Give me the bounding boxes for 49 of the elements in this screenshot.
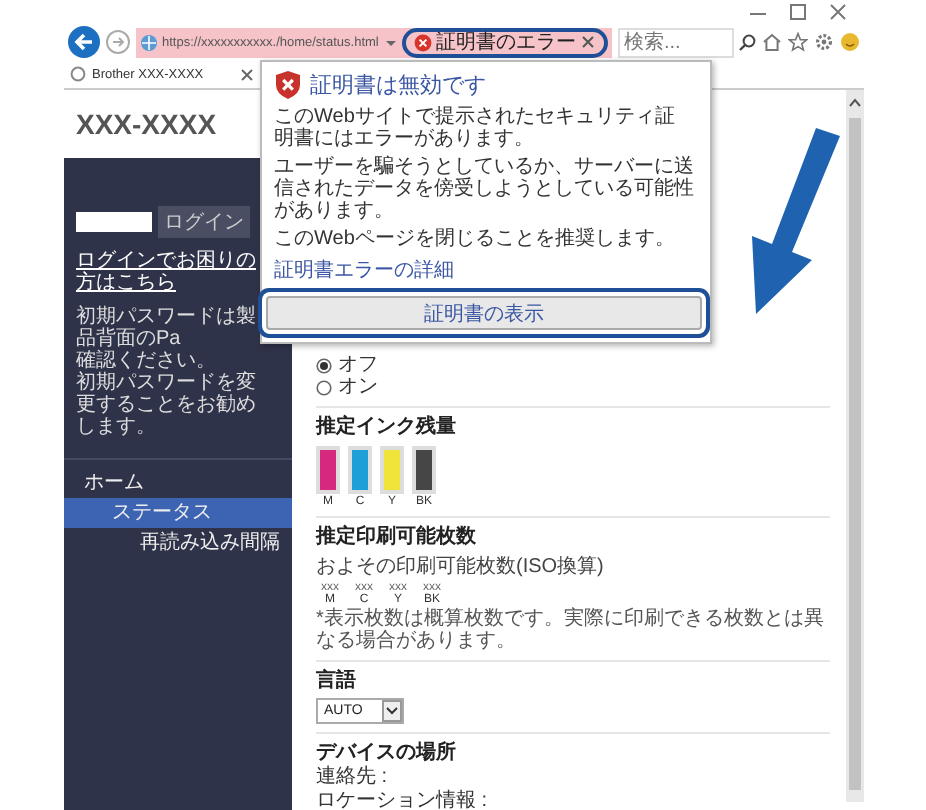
field-label: ロケーション情報 : [316, 790, 490, 810]
maximize-icon[interactable] [788, 2, 808, 22]
nav-item[interactable]: ステータス [64, 498, 292, 528]
popup-text: ユーザーを騙そうとしているか、サーバーに送信されたデータを傍受しようとしている可能性があります。 [274, 156, 694, 222]
settings-icon[interactable] [814, 32, 834, 52]
caret-icon[interactable] [382, 700, 402, 722]
ink-cartridge [316, 446, 340, 494]
notice-text: 初期パスワードは製品背面のPa [76, 306, 256, 350]
nav-item[interactable]: ホーム [64, 468, 292, 498]
field-label: 連絡先 : [316, 766, 390, 790]
section-title: デバイスの場所 [316, 742, 458, 765]
cert-error-button[interactable]: 証明書のエラー [402, 27, 608, 57]
logo-text: XXX-XXXX [76, 108, 217, 140]
radio-button[interactable] [316, 357, 332, 373]
scrollbar[interactable] [846, 90, 864, 802]
section-title: 言語 [316, 670, 358, 694]
ink-cartridge [348, 446, 372, 494]
radio-option[interactable]: オフ [316, 354, 830, 376]
note-text: *表示枚数は概算枚数です。実際に印刷できる枚数とは異なる場合があります。 [316, 608, 826, 652]
forward-icon[interactable] [106, 30, 130, 54]
popup-text: このWebページを閉じることを推奨します。 [274, 228, 677, 250]
close-icon[interactable] [580, 34, 596, 50]
close-icon[interactable] [828, 2, 848, 22]
subtitle-text: およその印刷可能枚数(ISO換算) [316, 556, 606, 578]
search-field[interactable]: 検索... [618, 27, 734, 57]
shield-error-icon [274, 70, 302, 100]
home-icon[interactable] [762, 32, 782, 52]
section-title: 推定インク残量 [316, 416, 458, 440]
smiley-icon[interactable] [840, 32, 860, 52]
section-title: 推定印刷可能枚数 [316, 526, 478, 550]
back-icon[interactable] [68, 26, 100, 58]
radio-option[interactable]: オン [316, 376, 830, 398]
search-icon[interactable] [738, 33, 756, 51]
close-icon[interactable] [240, 67, 254, 81]
ink-cartridge [380, 446, 404, 494]
notice-text: 確認ください。 [76, 350, 218, 372]
notice-text: 初期パスワードを変更することをお勧めします。 [76, 372, 256, 438]
loading-icon [70, 66, 86, 82]
login-help-link[interactable]: ログインでお困りの方はこちら [76, 250, 256, 294]
nav-item[interactable]: 再読み込み間隔 [64, 528, 292, 558]
error-icon [414, 33, 432, 51]
star-icon[interactable] [788, 32, 808, 52]
login-button[interactable]: ログイン [158, 206, 250, 238]
radio-button[interactable] [316, 379, 332, 395]
popup-title: 証明書は無効です [310, 72, 486, 100]
details-link[interactable]: 証明書エラーの詳細 [274, 256, 694, 284]
password-field[interactable] [76, 212, 152, 232]
ink-cartridge [412, 446, 436, 494]
popup-text: このWebサイトで提示されたセキュリティ証明書にはエラーがあります。 [274, 106, 677, 150]
